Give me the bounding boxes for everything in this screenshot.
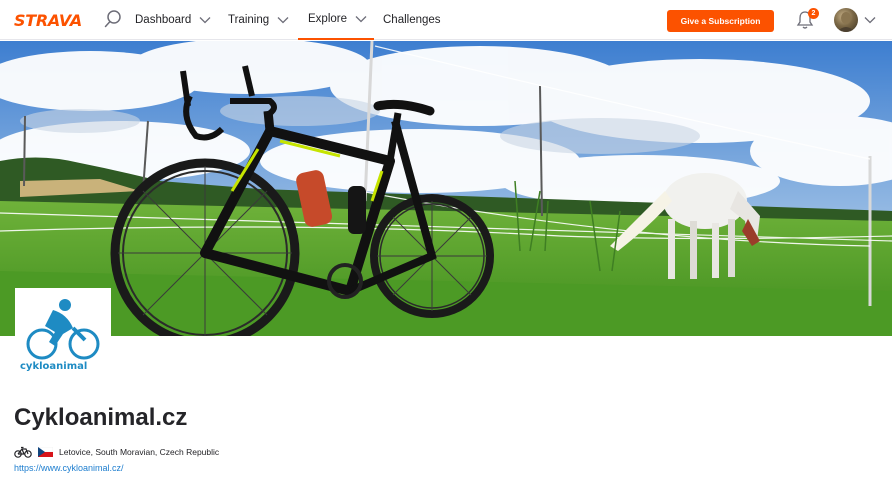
notification-badge: 2 [808, 8, 819, 19]
nav-challenges-label: Challenges [383, 14, 441, 26]
czech-flag-icon [38, 447, 53, 457]
nav-explore-label: Explore [308, 13, 347, 25]
chevron-down-icon [199, 17, 211, 24]
bicycle-icon [14, 446, 32, 458]
give-subscription-button[interactable]: Give a Subscription [667, 10, 774, 32]
club-website-link[interactable]: https://www.cykloanimal.cz/ [14, 463, 124, 473]
chevron-down-icon [355, 16, 367, 23]
club-cover-photo [0, 41, 892, 336]
nav-explore[interactable]: Explore [298, 0, 374, 40]
club-meta: Letovice, South Moravian, Czech Republic [14, 445, 219, 459]
chevron-down-icon[interactable] [864, 16, 876, 24]
nav-training-label: Training [228, 14, 270, 26]
nav-challenges[interactable]: Challenges [383, 0, 441, 40]
chevron-down-icon [277, 17, 289, 24]
club-location: Letovice, South Moravian, Czech Republic [59, 447, 220, 457]
avatar-photo [837, 12, 855, 32]
user-avatar[interactable] [834, 8, 858, 32]
strava-logo[interactable]: STRAVA [14, 11, 82, 30]
club-logo-text: cykloanimal [20, 361, 88, 372]
search-icon[interactable] [103, 9, 123, 29]
top-navigation: STRAVA Dashboard Training Explore Challe… [0, 0, 892, 40]
club-name: Cykloanimal.cz [14, 404, 188, 431]
nav-dashboard[interactable]: Dashboard [135, 0, 211, 40]
nav-training[interactable]: Training [228, 0, 289, 40]
nav-dashboard-label: Dashboard [135, 14, 192, 26]
